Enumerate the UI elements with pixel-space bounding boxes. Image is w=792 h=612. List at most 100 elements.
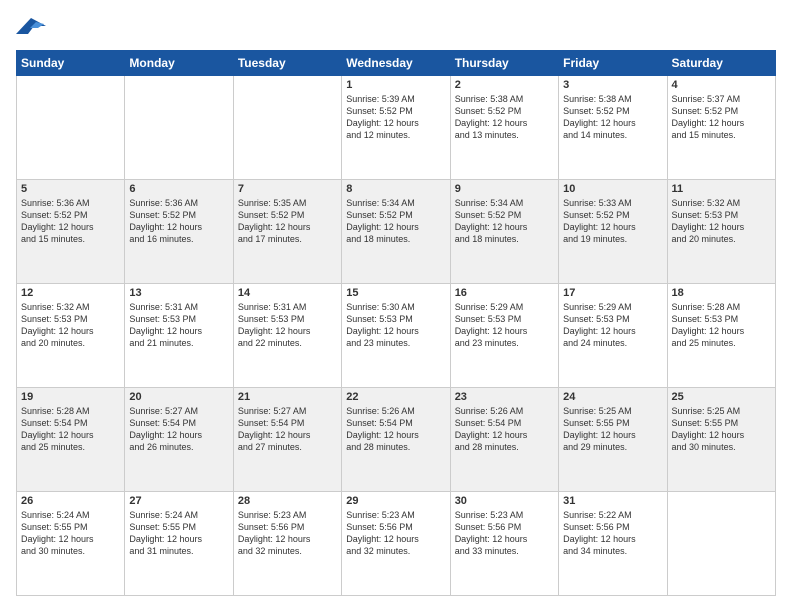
calendar-cell: 15 Sunrise: 5:30 AM Sunset: 5:53 PM Dayli…	[342, 284, 450, 388]
calendar-cell: 28 Sunrise: 5:23 AM Sunset: 5:56 PM Dayli…	[233, 492, 341, 596]
calendar-cell: 16 Sunrise: 5:29 AM Sunset: 5:53 PM Dayli…	[450, 284, 558, 388]
day-number: 30	[455, 495, 554, 507]
day-number: 27	[129, 495, 228, 507]
calendar-cell: 22 Sunrise: 5:26 AM Sunset: 5:54 PM Dayli…	[342, 388, 450, 492]
day-number: 28	[238, 495, 337, 507]
day-info: Sunrise: 5:32 AM Sunset: 5:53 PM Dayligh…	[672, 197, 771, 246]
day-info: Sunrise: 5:37 AM Sunset: 5:52 PM Dayligh…	[672, 93, 771, 142]
day-number: 8	[346, 183, 445, 195]
day-info: Sunrise: 5:24 AM Sunset: 5:55 PM Dayligh…	[21, 509, 120, 558]
day-info: Sunrise: 5:23 AM Sunset: 5:56 PM Dayligh…	[346, 509, 445, 558]
calendar-cell: 3 Sunrise: 5:38 AM Sunset: 5:52 PM Daylig…	[559, 76, 667, 180]
calendar-table: SundayMondayTuesdayWednesdayThursdayFrid…	[16, 50, 776, 596]
calendar-cell	[233, 76, 341, 180]
day-number: 2	[455, 79, 554, 91]
day-number: 11	[672, 183, 771, 195]
day-info: Sunrise: 5:30 AM Sunset: 5:53 PM Dayligh…	[346, 301, 445, 350]
calendar-week-row: 26Sunrise: 5:24 AM Sunset: 5:55 PM Dayli…	[17, 492, 776, 596]
calendar-week-row: 1Sunrise: 5:39 AM Sunset: 5:52 PM Daylig…	[17, 76, 776, 180]
calendar-cell: 7 Sunrise: 5:35 AM Sunset: 5:52 PM Daylig…	[233, 180, 341, 284]
calendar-cell	[667, 492, 775, 596]
calendar-cell: 6 Sunrise: 5:36 AM Sunset: 5:52 PM Daylig…	[125, 180, 233, 284]
day-info: Sunrise: 5:25 AM Sunset: 5:55 PM Dayligh…	[563, 405, 662, 454]
day-number: 25	[672, 391, 771, 403]
calendar-cell: 18 Sunrise: 5:28 AM Sunset: 5:53 PM Dayli…	[667, 284, 775, 388]
header	[16, 16, 776, 40]
day-info: Sunrise: 5:33 AM Sunset: 5:52 PM Dayligh…	[563, 197, 662, 246]
day-number: 12	[21, 287, 120, 299]
day-number: 17	[563, 287, 662, 299]
weekday-header: Saturday	[667, 51, 775, 76]
day-number: 15	[346, 287, 445, 299]
weekday-header: Tuesday	[233, 51, 341, 76]
day-info: Sunrise: 5:31 AM Sunset: 5:53 PM Dayligh…	[129, 301, 228, 350]
logo-icon	[16, 16, 46, 40]
day-number: 21	[238, 391, 337, 403]
day-number: 16	[455, 287, 554, 299]
calendar-cell	[125, 76, 233, 180]
day-info: Sunrise: 5:34 AM Sunset: 5:52 PM Dayligh…	[455, 197, 554, 246]
calendar-cell: 21 Sunrise: 5:27 AM Sunset: 5:54 PM Dayli…	[233, 388, 341, 492]
calendar-header: SundayMondayTuesdayWednesdayThursdayFrid…	[17, 51, 776, 76]
calendar-cell: 4 Sunrise: 5:37 AM Sunset: 5:52 PM Daylig…	[667, 76, 775, 180]
day-info: Sunrise: 5:32 AM Sunset: 5:53 PM Dayligh…	[21, 301, 120, 350]
calendar-cell: 5 Sunrise: 5:36 AM Sunset: 5:52 PM Daylig…	[17, 180, 125, 284]
day-info: Sunrise: 5:23 AM Sunset: 5:56 PM Dayligh…	[238, 509, 337, 558]
day-number: 20	[129, 391, 228, 403]
calendar-cell	[17, 76, 125, 180]
calendar-cell: 26Sunrise: 5:24 AM Sunset: 5:55 PM Dayli…	[17, 492, 125, 596]
day-info: Sunrise: 5:28 AM Sunset: 5:54 PM Dayligh…	[21, 405, 120, 454]
calendar-cell: 14Sunrise: 5:31 AM Sunset: 5:53 PM Dayli…	[233, 284, 341, 388]
day-info: Sunrise: 5:26 AM Sunset: 5:54 PM Dayligh…	[455, 405, 554, 454]
day-info: Sunrise: 5:36 AM Sunset: 5:52 PM Dayligh…	[129, 197, 228, 246]
day-number: 19	[21, 391, 120, 403]
day-number: 22	[346, 391, 445, 403]
calendar-cell: 27 Sunrise: 5:24 AM Sunset: 5:55 PM Dayli…	[125, 492, 233, 596]
calendar-cell: 24 Sunrise: 5:25 AM Sunset: 5:55 PM Dayli…	[559, 388, 667, 492]
calendar-cell: 29 Sunrise: 5:23 AM Sunset: 5:56 PM Dayli…	[342, 492, 450, 596]
day-info: Sunrise: 5:23 AM Sunset: 5:56 PM Dayligh…	[455, 509, 554, 558]
day-info: Sunrise: 5:35 AM Sunset: 5:52 PM Dayligh…	[238, 197, 337, 246]
calendar-cell: 13 Sunrise: 5:31 AM Sunset: 5:53 PM Dayli…	[125, 284, 233, 388]
day-info: Sunrise: 5:36 AM Sunset: 5:52 PM Dayligh…	[21, 197, 120, 246]
day-number: 6	[129, 183, 228, 195]
day-number: 5	[21, 183, 120, 195]
calendar-week-row: 12 Sunrise: 5:32 AM Sunset: 5:53 PM Dayli…	[17, 284, 776, 388]
day-number: 10	[563, 183, 662, 195]
day-info: Sunrise: 5:22 AM Sunset: 5:56 PM Dayligh…	[563, 509, 662, 558]
day-number: 29	[346, 495, 445, 507]
calendar-cell: 19 Sunrise: 5:28 AM Sunset: 5:54 PM Dayli…	[17, 388, 125, 492]
day-number: 3	[563, 79, 662, 91]
calendar-cell: 30 Sunrise: 5:23 AM Sunset: 5:56 PM Dayli…	[450, 492, 558, 596]
calendar-cell: 2 Sunrise: 5:38 AM Sunset: 5:52 PM Daylig…	[450, 76, 558, 180]
weekday-header-row: SundayMondayTuesdayWednesdayThursdayFrid…	[17, 51, 776, 76]
calendar-cell: 11 Sunrise: 5:32 AM Sunset: 5:53 PM Dayli…	[667, 180, 775, 284]
day-info: Sunrise: 5:27 AM Sunset: 5:54 PM Dayligh…	[238, 405, 337, 454]
logo	[16, 16, 50, 40]
day-info: Sunrise: 5:39 AM Sunset: 5:52 PM Dayligh…	[346, 93, 445, 142]
day-number: 18	[672, 287, 771, 299]
day-info: Sunrise: 5:38 AM Sunset: 5:52 PM Dayligh…	[563, 93, 662, 142]
calendar-week-row: 19 Sunrise: 5:28 AM Sunset: 5:54 PM Dayli…	[17, 388, 776, 492]
day-number: 31	[563, 495, 662, 507]
weekday-header: Thursday	[450, 51, 558, 76]
day-info: Sunrise: 5:25 AM Sunset: 5:55 PM Dayligh…	[672, 405, 771, 454]
day-number: 9	[455, 183, 554, 195]
day-number: 7	[238, 183, 337, 195]
day-info: Sunrise: 5:31 AM Sunset: 5:53 PM Dayligh…	[238, 301, 337, 350]
weekday-header: Monday	[125, 51, 233, 76]
day-info: Sunrise: 5:29 AM Sunset: 5:53 PM Dayligh…	[455, 301, 554, 350]
day-info: Sunrise: 5:38 AM Sunset: 5:52 PM Dayligh…	[455, 93, 554, 142]
calendar-cell: 9 Sunrise: 5:34 AM Sunset: 5:52 PM Daylig…	[450, 180, 558, 284]
page: SundayMondayTuesdayWednesdayThursdayFrid…	[0, 0, 792, 612]
calendar-cell: 10 Sunrise: 5:33 AM Sunset: 5:52 PM Dayli…	[559, 180, 667, 284]
day-number: 13	[129, 287, 228, 299]
day-info: Sunrise: 5:26 AM Sunset: 5:54 PM Dayligh…	[346, 405, 445, 454]
day-number: 23	[455, 391, 554, 403]
day-number: 24	[563, 391, 662, 403]
day-info: Sunrise: 5:28 AM Sunset: 5:53 PM Dayligh…	[672, 301, 771, 350]
day-info: Sunrise: 5:29 AM Sunset: 5:53 PM Dayligh…	[563, 301, 662, 350]
day-info: Sunrise: 5:24 AM Sunset: 5:55 PM Dayligh…	[129, 509, 228, 558]
day-info: Sunrise: 5:27 AM Sunset: 5:54 PM Dayligh…	[129, 405, 228, 454]
day-number: 4	[672, 79, 771, 91]
